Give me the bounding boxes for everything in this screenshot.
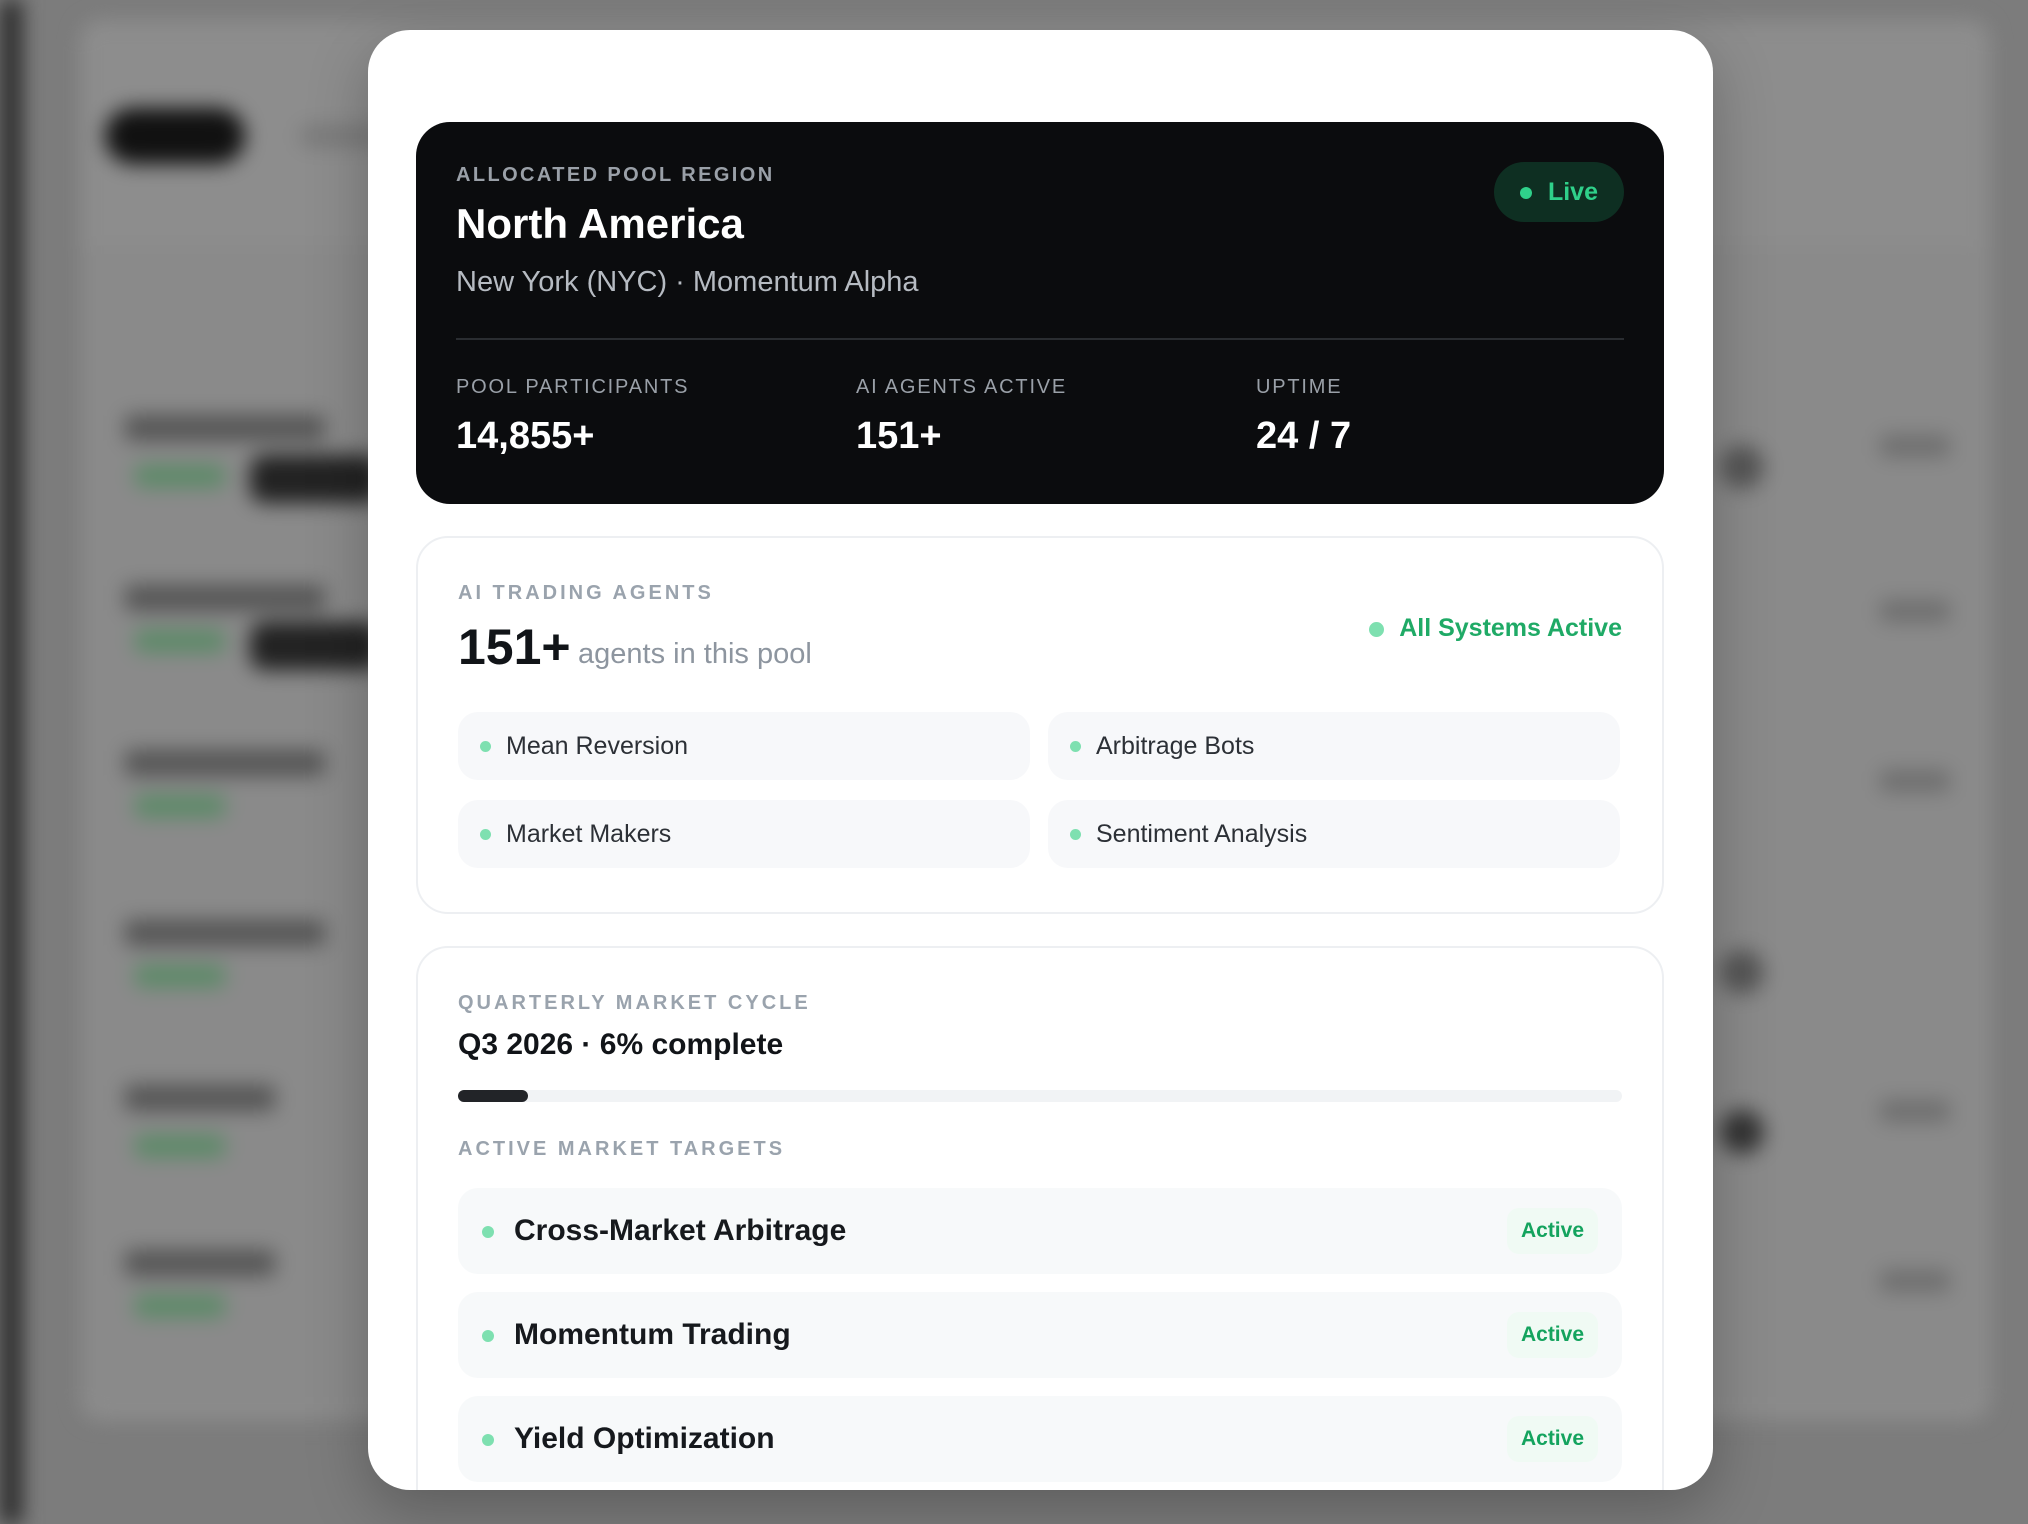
stat-label: POOL PARTICIPANTS (456, 376, 690, 398)
region-card: ALLOCATED POOL REGION North America New … (416, 122, 1664, 504)
bg-row (250, 622, 380, 670)
bg-row (135, 1135, 225, 1157)
bg-row (125, 1085, 275, 1111)
region-subtitle: New York (NYC) · Momentum Alpha (456, 266, 919, 298)
status-dot-icon (480, 741, 491, 752)
status-dot-icon (1070, 741, 1081, 752)
cycle-title: Q3 2026 · 6% complete (458, 1028, 784, 1061)
status-badge: Active (1506, 1312, 1598, 1358)
agents-card: AI TRADING AGENTS 151+ agents in this po… (416, 536, 1664, 914)
market-cycle-card: QUARTERLY MARKET CYCLE Q3 2026 · 6% comp… (416, 946, 1664, 1490)
market-target-label: Cross-Market Arbitrage (514, 1214, 847, 1247)
market-target-label: Momentum Trading (514, 1318, 791, 1351)
bg-row (135, 965, 225, 987)
bg-sidebar (0, 0, 22, 1524)
bg-row (125, 1250, 275, 1276)
status-dot-icon (1070, 829, 1081, 840)
bg-pill (105, 108, 245, 164)
stat-uptime: UPTIME 24 / 7 (1256, 376, 1351, 458)
agent-type-chip: Market Makers (458, 800, 1030, 868)
agents-count: 151+ (458, 619, 571, 675)
stat-label: AI AGENTS ACTIVE (856, 376, 1068, 398)
agent-type-chip: Arbitrage Bots (1048, 712, 1620, 780)
agent-type-label: Mean Reversion (506, 732, 689, 760)
agent-type-label: Arbitrage Bots (1096, 732, 1255, 760)
market-target-item[interactable]: Yield Optimization Active (458, 1396, 1622, 1482)
bg-row (135, 1295, 225, 1317)
region-eyebrow: ALLOCATED POOL REGION (456, 164, 775, 186)
live-dot-icon (1519, 187, 1532, 199)
bg-row (250, 455, 380, 503)
agent-type-label: Market Makers (506, 820, 672, 848)
bg-row (1880, 1270, 1950, 1292)
status-badge: Active (1506, 1416, 1598, 1462)
stat-value: 24 / 7 (1256, 415, 1352, 457)
cycle-progress-fill (458, 1090, 528, 1102)
bg-row (125, 415, 325, 441)
agents-count-suffix: agents in this pool (578, 638, 812, 670)
bg-row (125, 585, 325, 611)
bg-row (125, 920, 325, 946)
bg-row (1880, 435, 1950, 457)
bg-row (135, 795, 225, 817)
bg-row (1880, 600, 1950, 622)
status-dot-icon (1369, 622, 1385, 637)
stat-pool-participants: POOL PARTICIPANTS 14,855+ (456, 376, 689, 458)
bg-dot (1720, 1110, 1764, 1154)
bg-row (135, 465, 225, 487)
pool-details-modal: ALLOCATED POOL REGION North America New … (368, 30, 1713, 1490)
status-dot-icon (482, 1330, 494, 1342)
market-target-label: Yield Optimization (514, 1422, 775, 1455)
status-dot-icon (482, 1226, 494, 1238)
bg-row (125, 750, 325, 776)
live-badge: Live (1493, 162, 1624, 222)
systems-status: All Systems Active (1369, 614, 1622, 643)
agent-type-label: Sentiment Analysis (1096, 820, 1308, 848)
cycle-progress-bar (458, 1090, 1622, 1102)
bg-dot (1720, 445, 1764, 489)
status-badge: Active (1506, 1208, 1598, 1254)
stat-value: 151+ (856, 415, 942, 457)
status-dot-icon (482, 1434, 494, 1446)
market-target-item[interactable]: Cross-Market Arbitrage Active (458, 1188, 1622, 1274)
agent-type-chip: Mean Reversion (458, 712, 1030, 780)
targets-eyebrow: ACTIVE MARKET TARGETS (458, 1138, 786, 1160)
bg-dot (1720, 950, 1764, 994)
agent-type-chip: Sentiment Analysis (1048, 800, 1620, 868)
region-divider (456, 338, 1624, 340)
live-label: Live (1547, 178, 1598, 206)
stat-label: UPTIME (1256, 376, 1343, 398)
status-dot-icon (480, 829, 491, 840)
region-title: North America (456, 200, 744, 247)
bg-row (135, 630, 225, 652)
market-target-item[interactable]: Momentum Trading Active (458, 1292, 1622, 1378)
systems-status-label: All Systems Active (1399, 614, 1622, 642)
cycle-eyebrow: QUARTERLY MARKET CYCLE (458, 992, 811, 1014)
agents-eyebrow: AI TRADING AGENTS (458, 582, 714, 604)
stat-ai-agents-active: AI AGENTS ACTIVE 151+ (856, 376, 1067, 458)
stat-value: 14,855+ (456, 415, 595, 457)
bg-row (1880, 770, 1950, 792)
bg-row (1880, 1100, 1950, 1122)
